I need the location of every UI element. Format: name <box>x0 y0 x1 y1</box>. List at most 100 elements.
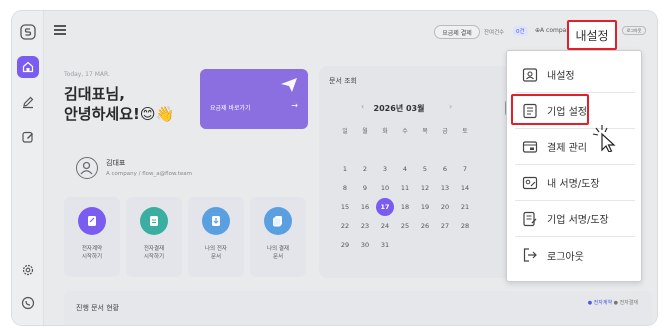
calendar-day[interactable]: 15 <box>337 203 353 211</box>
plan-shortcut-label: 요금제 바로가기 <box>210 105 251 112</box>
menu-item-logout[interactable]: 로그아웃 <box>515 237 635 273</box>
download-doc-icon <box>202 207 230 235</box>
remaining-label: 잔여건수 <box>484 30 505 36</box>
calendar-day[interactable]: 17 <box>377 203 393 211</box>
legend-approval: ● 전자결재 <box>613 300 638 306</box>
profile-name: 김대표 <box>106 159 126 167</box>
calendar-day[interactable]: 8 <box>337 184 353 192</box>
calendar-day[interactable]: 21 <box>457 203 473 211</box>
arrow-right-icon: → <box>291 101 298 110</box>
profile-company: A company / flow_a@flow.team <box>106 171 192 177</box>
tile-my-e-documents[interactable]: 나의 전자 문서 <box>188 197 244 277</box>
calendar-day[interactable]: 19 <box>417 203 433 211</box>
menu-item-my-signature[interactable]: 내 서명/도장 <box>515 165 635 201</box>
calendar-day[interactable]: 13 <box>437 184 453 192</box>
greeting-heading: 김대표님, 안녕하세요!😊👋 <box>64 84 174 124</box>
pen-icon[interactable] <box>19 93 37 111</box>
paper-plane-icon <box>281 78 297 92</box>
section-title: 진행 문서 현황 <box>76 304 120 312</box>
support-chat-icon[interactable] <box>19 294 37 312</box>
tile-label: 전자계약 시작하기 <box>64 245 120 261</box>
chart-legend: ● 전자계약 ● 전자결재 <box>588 299 638 306</box>
menu-item-label: 내설정 <box>547 71 575 82</box>
progress-status-section: 진행 문서 현황 ● 전자계약 ● 전자결재 <box>64 291 652 325</box>
tile-label: 전자결재 시작하기 <box>126 245 182 261</box>
weekday-label: 화 <box>382 128 388 135</box>
card-payment-icon <box>521 138 539 156</box>
menu-item-label: 결제 관리 <box>547 143 587 154</box>
highlight-my-settings <box>567 20 617 50</box>
greeting-line-2: 안녕하세요!😊👋 <box>64 105 175 123</box>
today-date: Today, 17 MAR. <box>64 71 110 78</box>
calendar-day[interactable]: 6 <box>437 165 453 173</box>
calendar-day[interactable]: 22 <box>337 222 353 230</box>
weekday-label: 수 <box>402 128 408 135</box>
weekday-label: 목 <box>422 128 428 135</box>
calendar-day[interactable]: 14 <box>457 184 473 192</box>
calendar-day[interactable]: 23 <box>357 222 373 230</box>
avatar <box>76 157 98 179</box>
weekday-label: 토 <box>462 128 468 135</box>
tile-label-line: 시작하기 <box>81 254 103 260</box>
hamburger-menu-icon[interactable] <box>54 25 66 35</box>
logout-icon <box>521 246 539 264</box>
menu-item-label: 내 서명/도장 <box>547 179 600 190</box>
remaining-count-badge: 0건 <box>513 26 528 36</box>
tile-label-line: 문서 <box>272 254 284 260</box>
calendar-day[interactable]: 1 <box>337 165 353 173</box>
settings-gear-icon[interactable] <box>19 261 37 279</box>
calendar-day[interactable]: 2 <box>357 165 373 173</box>
menu-item-company-signature[interactable]: 기업 서명/도장 <box>515 201 635 237</box>
home-icon[interactable] <box>17 56 39 78</box>
calendar-day[interactable]: 25 <box>397 222 413 230</box>
calendar-day[interactable]: 28 <box>457 222 473 230</box>
sidebar <box>12 11 44 325</box>
calendar-day[interactable]: 7 <box>457 165 473 173</box>
calendar-day[interactable]: 31 <box>377 241 393 249</box>
menu-item-label: 로그아웃 <box>547 251 584 263</box>
tile-label-line: 나의 전자 <box>205 246 227 252</box>
top-bar: 요금제 결제 잔여건수 0건 ⊕A company / fl <box>44 11 657 51</box>
doc-stack-icon <box>264 207 292 235</box>
calendar-day[interactable]: 16 <box>357 203 373 211</box>
greeting-line-1: 김대표님, <box>64 85 125 103</box>
calendar-day[interactable]: 12 <box>417 184 433 192</box>
calendar-day[interactable]: 10 <box>377 184 393 192</box>
weekday-label: 금 <box>442 128 448 135</box>
tile-label-line: 나의 결재 <box>267 246 289 252</box>
tile-label: 나의 전자 문서 <box>188 245 244 261</box>
user-card-icon <box>521 66 539 84</box>
logout-mini-button[interactable]: 로그아웃 <box>622 26 646 35</box>
menu-item-label: 기업 서명/도장 <box>547 215 609 226</box>
calendar-day[interactable]: 27 <box>437 222 453 230</box>
calendar-day[interactable]: 4 <box>397 165 413 173</box>
document-lookup-panel: 문서 조회 ‹ 2026년 03월 › 일월화수목금토 1 2 3 4 5 6 7 8 9 10 1… <box>319 66 519 278</box>
edit-doc-icon[interactable] <box>19 128 37 146</box>
weekday-label: 일 <box>342 128 348 135</box>
tile-start-contract[interactable]: 전자계약 시작하기 <box>64 197 120 277</box>
plan-payment-button[interactable]: 요금제 결제 <box>434 25 480 39</box>
calendar-day[interactable]: 30 <box>357 241 373 249</box>
signature-icon <box>521 174 539 192</box>
calendar-day[interactable]: 3 <box>377 165 393 173</box>
tile-label: 나의 결재문서 <box>250 245 306 261</box>
tile-start-approval[interactable]: 전자결재 시작하기 <box>126 197 182 277</box>
calendar-day[interactable]: 26 <box>417 222 433 230</box>
app-logo-icon[interactable] <box>19 23 37 41</box>
calendar-day[interactable]: 24 <box>377 222 393 230</box>
calendar-day[interactable]: 29 <box>337 241 353 249</box>
highlight-company-settings <box>511 94 589 125</box>
plan-shortcut-card[interactable]: 요금제 바로가기 → <box>200 69 308 129</box>
settings-dropdown-menu: 내설정 기업 설정 결제 관리 내 서명/도장 기업 서명/도장 로그아웃 <box>506 50 642 282</box>
tile-my-approval-documents[interactable]: 나의 결재문서 <box>250 197 306 277</box>
next-month-button[interactable]: › <box>449 102 452 111</box>
calendar-day[interactable]: 5 <box>417 165 433 173</box>
menu-item-my-settings[interactable]: 내설정 <box>515 57 635 93</box>
calendar-day[interactable]: 18 <box>397 203 413 211</box>
calendar-day[interactable]: 11 <box>397 184 413 192</box>
stamp-doc-icon <box>521 210 539 228</box>
tile-label-line: 전자결재 <box>143 246 165 252</box>
calendar-day[interactable]: 20 <box>437 203 453 211</box>
panel-title: 문서 조회 <box>329 77 357 85</box>
calendar-day[interactable]: 9 <box>357 184 373 192</box>
